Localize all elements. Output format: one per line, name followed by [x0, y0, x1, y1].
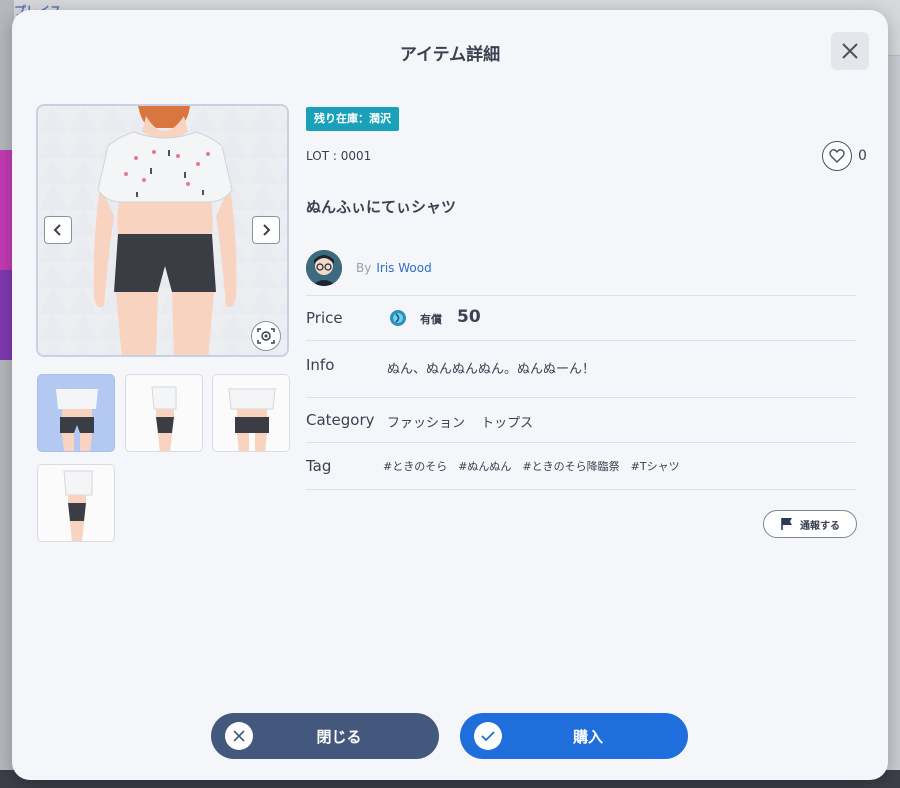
divider: [306, 340, 856, 341]
ar-view-icon: [257, 328, 275, 344]
thumbnail-front[interactable]: [37, 374, 115, 452]
by-label: By: [356, 261, 372, 275]
close-button[interactable]: [831, 32, 869, 70]
category-label: Category: [306, 411, 375, 429]
preview-prev-button[interactable]: [44, 216, 72, 244]
preview-next-button[interactable]: [252, 216, 280, 244]
creator-link[interactable]: Iris Wood: [376, 261, 431, 275]
ar-view-button[interactable]: [251, 321, 281, 351]
like-area: 0: [822, 141, 867, 171]
stock-badge: 残り在庫：潤沢: [306, 107, 399, 131]
category-value[interactable]: トップス: [481, 416, 533, 431]
thumbnail-image: [228, 388, 276, 451]
thumbnail-side-2[interactable]: [37, 464, 115, 542]
tag-label: Tag: [306, 457, 332, 475]
like-count: 0: [858, 148, 867, 164]
divider: [306, 295, 856, 296]
info-text: ぬん、ぬんぬんぬん。ぬんぬーん！: [387, 362, 596, 377]
thumbnail-image: [151, 386, 177, 451]
item-preview: [36, 104, 289, 357]
buy-button[interactable]: 購入: [460, 713, 688, 759]
info-label: Info: [306, 356, 335, 374]
price-label: Price: [306, 309, 343, 327]
flag-icon: [781, 518, 792, 530]
close-modal-button[interactable]: 閉じる: [211, 713, 439, 759]
tag-list: #ときのそら #ぬんぬん #ときのそら降臨祭 #Tシャツ: [383, 458, 680, 474]
tag-item[interactable]: #Tシャツ: [631, 458, 680, 474]
divider: [306, 397, 856, 398]
close-circle-icon: [225, 722, 253, 750]
creator-row: By Iris Wood: [306, 250, 432, 286]
close-icon: [842, 43, 858, 59]
divider: [306, 489, 856, 490]
modal-title: アイテム詳細: [399, 45, 501, 65]
thumbnail-image: [63, 470, 93, 541]
item-name: ぬんふぃにてぃシャツ: [306, 198, 457, 216]
tag-item[interactable]: #ときのそら降臨祭: [522, 458, 619, 474]
price-type: 有償: [420, 313, 442, 326]
chevron-left-icon: [53, 224, 61, 236]
chevron-right-icon: [263, 224, 271, 236]
like-button[interactable]: [822, 141, 852, 171]
thumbnail-back[interactable]: [212, 374, 290, 452]
category-values: ファッション トップス: [387, 412, 533, 431]
thumbnail-side[interactable]: [125, 374, 203, 452]
report-button[interactable]: 通報する: [763, 510, 857, 538]
lot-number: LOT : 0001: [306, 149, 372, 163]
item-detail-modal: アイテム詳細 残り在庫：潤沢 LOT: 0001 0 ぬんふぃにてぃシャツ B…: [12, 10, 888, 780]
tag-item[interactable]: #ぬんぬん: [458, 458, 511, 474]
tag-item[interactable]: #ときのそら: [383, 458, 447, 474]
price-value: 50: [457, 307, 481, 327]
thumbnail-image: [56, 389, 98, 451]
coin-icon: [389, 309, 407, 331]
heart-icon: [829, 149, 845, 163]
avatar[interactable]: [306, 250, 342, 286]
divider: [306, 442, 856, 443]
avatar-image: [306, 250, 342, 286]
category-value[interactable]: ファッション: [387, 416, 465, 431]
report-label: 通報する: [800, 520, 840, 532]
check-icon: [474, 722, 502, 750]
